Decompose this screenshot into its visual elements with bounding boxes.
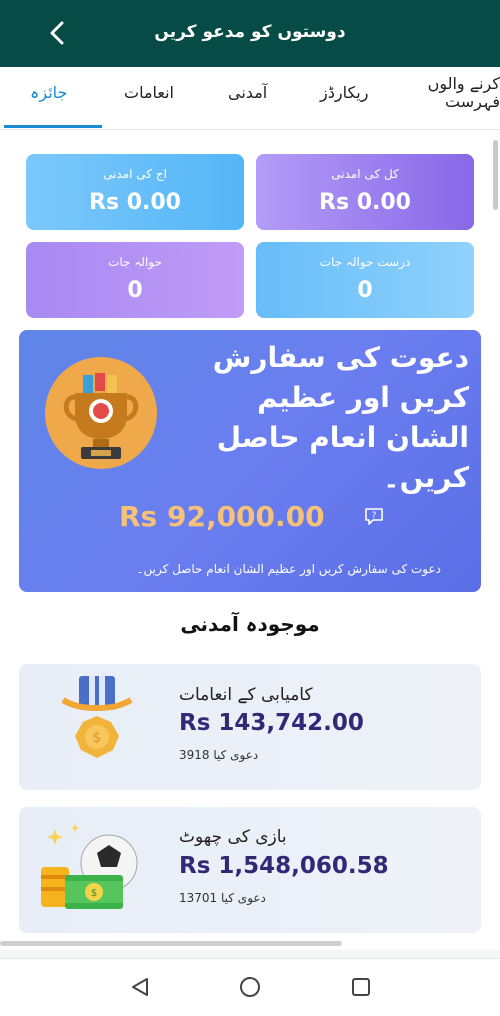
tab-referrer-list-line1: کرنے والوں <box>427 75 500 93</box>
svg-text:$: $ <box>91 888 97 899</box>
trophy-icon <box>45 357 157 469</box>
nav-home-button[interactable] <box>236 973 264 1001</box>
horizontal-scrollbar[interactable] <box>0 941 342 946</box>
earning-card-achievements[interactable]: $ کامیابی کے انعامات Rs 143,742.00 3918 … <box>19 664 481 790</box>
app-header: دوستوں کو مدعو کریں <box>0 0 500 67</box>
tab-earnings[interactable]: آمدنی <box>228 83 267 102</box>
banner-amount: Rs 92,000.00 <box>119 500 325 533</box>
help-icon[interactable]: ? <box>363 505 385 531</box>
card-name: کامیابی کے انعامات <box>179 685 313 705</box>
banner-subtitle: دعوت کی سفارش کریں اور عظیم الشان انعام … <box>136 562 441 576</box>
vertical-scrollbar[interactable] <box>493 140 498 210</box>
stat-valid-referrals-value: 0 <box>357 278 373 303</box>
card-claims: 3918 دعوی کیا <box>179 748 259 762</box>
card-amount: Rs 143,742.00 <box>179 710 364 736</box>
tab-referrer-list[interactable]: کرنے والوں فہرست <box>420 75 500 111</box>
card-claims: 13701 دعوی کیا <box>179 891 266 905</box>
coins-ball-icon: $ <box>37 819 147 923</box>
nav-back-button[interactable] <box>126 973 154 1001</box>
tab-bar: جائزہ انعامات آمدنی ریکارڈز کرنے والوں ف… <box>0 67 500 130</box>
stat-today-earnings-label: اج کی امدنی <box>103 167 167 181</box>
stat-referrals-label: حوالہ جات <box>108 255 162 269</box>
section-title: موجودہ آمدنی <box>180 612 320 636</box>
card-name: بازی کی چھوٹ <box>179 827 287 847</box>
card-amount: Rs 1,548,060.58 <box>179 853 389 879</box>
triangle-back-icon <box>132 978 148 996</box>
banner-title: دعوت کی سفارش کریں اور عظیم الشان انعام … <box>212 341 469 494</box>
stat-today-earnings: اج کی امدنی Rs 0.00 <box>26 154 244 230</box>
stat-valid-referrals: درست حوالہ جات 0 <box>256 242 474 318</box>
circle-home-icon <box>240 977 260 997</box>
system-nav-bar <box>0 958 500 1016</box>
tab-referrer-list-line2: فہرست <box>445 92 500 111</box>
stat-total-earnings: کل کی امدنی Rs 0.00 <box>256 154 474 230</box>
stat-total-earnings-value: Rs 0.00 <box>319 190 411 215</box>
earning-card-bet-rebate[interactable]: $ بازی کی چھوٹ Rs 1,548,060.58 13701 دعو… <box>19 807 481 933</box>
stat-referrals: حوالہ جات 0 <box>26 242 244 318</box>
stat-today-earnings-value: Rs 0.00 <box>89 190 181 215</box>
page-title: دوستوں کو مدعو کریں <box>154 22 346 42</box>
stat-valid-referrals-label: درست حوالہ جات <box>319 255 411 269</box>
svg-text:?: ? <box>372 511 377 521</box>
tab-rewards[interactable]: انعامات <box>124 83 174 102</box>
svg-text:$: $ <box>93 730 102 746</box>
medal-icon: $ <box>53 676 143 780</box>
invite-banner[interactable]: دعوت کی سفارش کریں اور عظیم الشان انعام … <box>19 330 481 592</box>
tab-overview[interactable]: جائزہ <box>30 83 67 102</box>
square-recents-icon <box>352 978 370 996</box>
tab-records[interactable]: ریکارڈز <box>320 83 368 102</box>
nav-recents-button[interactable] <box>347 973 375 1001</box>
stat-total-earnings-label: کل کی امدنی <box>331 167 399 181</box>
stat-referrals-value: 0 <box>127 278 143 303</box>
active-tab-indicator <box>4 125 102 128</box>
